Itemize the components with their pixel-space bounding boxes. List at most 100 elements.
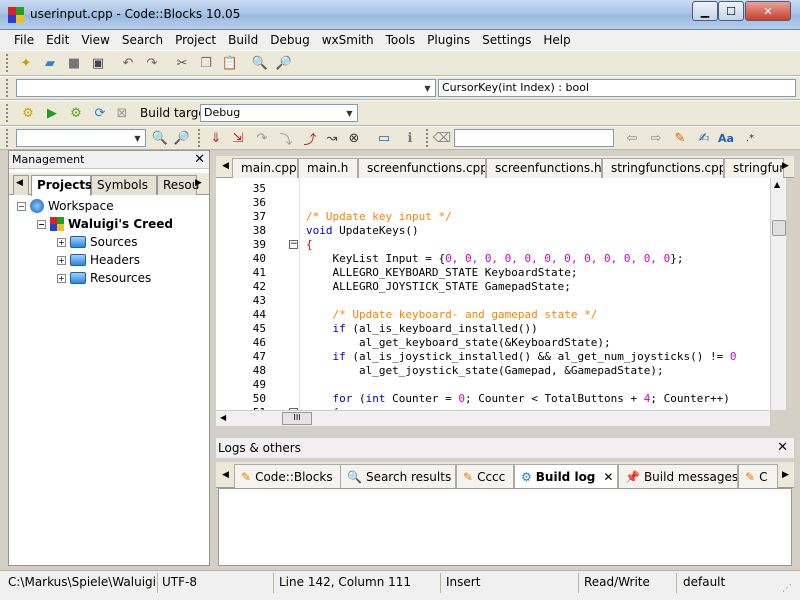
clear-icon[interactable]: ⌫ bbox=[432, 128, 452, 148]
menu-wxsmith[interactable]: wxSmith bbox=[316, 30, 380, 50]
tab-scroll-right-icon[interactable]: ▶ bbox=[782, 470, 789, 480]
rebuild-icon[interactable]: ⟳ bbox=[90, 103, 110, 123]
highlight-icon[interactable]: ✎ bbox=[670, 128, 690, 148]
tab-main-cpp[interactable]: main.cpp bbox=[232, 158, 298, 178]
scroll-up-icon[interactable]: ▲ bbox=[774, 180, 780, 189]
expand-icon[interactable]: + bbox=[57, 273, 66, 283]
info-icon[interactable]: ℹ bbox=[400, 128, 420, 148]
arrow-right-icon[interactable]: ⇨ bbox=[646, 128, 666, 148]
next-line-icon[interactable]: ↷ bbox=[252, 128, 272, 148]
code-editor[interactable]: 35 36 37 38 39 40 41 42 43 44 45 46 47 4… bbox=[216, 178, 786, 410]
find-icon[interactable]: 🔍 bbox=[250, 53, 270, 73]
tree-workspace[interactable]: − Workspace bbox=[17, 197, 114, 215]
editor-vertical-scrollbar[interactable]: ▲ bbox=[770, 178, 786, 410]
build-target-select[interactable]: Debug ▼ bbox=[200, 104, 358, 122]
menu-edit[interactable]: Edit bbox=[40, 30, 75, 50]
menu-help[interactable]: Help bbox=[537, 30, 576, 50]
menu-search[interactable]: Search bbox=[116, 30, 169, 50]
tab-symbols[interactable]: Symbols bbox=[91, 175, 157, 195]
tab-stringfunctions-h[interactable]: stringfun bbox=[724, 158, 784, 178]
close-icon[interactable]: ✕ bbox=[777, 440, 788, 455]
run-icon[interactable]: ▶ bbox=[42, 103, 62, 123]
tab-build-log[interactable]: ⚙ Build log ✕ bbox=[514, 464, 618, 488]
minimize-button[interactable]: ▁ bbox=[692, 1, 718, 21]
paste-icon[interactable]: 📋 bbox=[220, 53, 240, 73]
search-combo[interactable]: ▼ bbox=[16, 129, 146, 147]
close-tab-icon[interactable]: ✕ bbox=[603, 470, 613, 484]
scrollbar-thumb[interactable] bbox=[772, 220, 786, 236]
scrollbar-thumb[interactable]: III bbox=[282, 412, 312, 425]
resize-grip-icon[interactable]: ⋰ bbox=[782, 583, 792, 594]
function-combo[interactable]: CursorKey(int Index) : bool bbox=[438, 79, 796, 97]
tab-main-h[interactable]: main.h bbox=[298, 158, 358, 178]
menu-file[interactable]: File bbox=[8, 30, 40, 50]
collapse-icon[interactable]: − bbox=[37, 219, 46, 229]
quick-search-input[interactable] bbox=[454, 129, 614, 147]
menu-build[interactable]: Build bbox=[222, 30, 264, 50]
stop-debug-icon[interactable]: ⊗ bbox=[344, 128, 364, 148]
scope-combo[interactable]: ▼ bbox=[16, 79, 436, 97]
maximize-button[interactable]: ☐ bbox=[718, 1, 744, 21]
cut-icon[interactable]: ✂ bbox=[172, 53, 192, 73]
menu-settings[interactable]: Settings bbox=[476, 30, 537, 50]
tree-folder-resources[interactable]: + Resources bbox=[57, 269, 151, 287]
new-file-icon[interactable]: ✦ bbox=[16, 53, 36, 73]
tab-search-results[interactable]: 🔍 Search results bbox=[340, 464, 456, 488]
close-icon[interactable]: ✕ bbox=[194, 152, 205, 167]
scroll-left-icon[interactable]: ◀ bbox=[220, 413, 226, 422]
tree-folder-headers[interactable]: + Headers bbox=[57, 251, 140, 269]
format-icon[interactable]: ✍ bbox=[694, 128, 714, 148]
collapse-icon[interactable]: − bbox=[17, 201, 26, 211]
regex-icon[interactable]: .* bbox=[740, 128, 760, 148]
case-icon[interactable]: Aa bbox=[716, 128, 736, 148]
fold-collapse-icon[interactable]: − bbox=[289, 240, 298, 249]
build-log-output[interactable] bbox=[218, 488, 792, 566]
tab-cccc[interactable]: ✎ Cccc bbox=[456, 464, 514, 488]
undo-icon[interactable]: ↶ bbox=[118, 53, 138, 73]
tab-scroll-left-icon[interactable]: ◀ bbox=[222, 161, 229, 171]
build-and-run-icon[interactable]: ⚙ bbox=[66, 103, 86, 123]
abort-icon[interactable]: ⊠ bbox=[112, 103, 132, 123]
toolbar-grip[interactable] bbox=[426, 129, 430, 147]
toolbar-grip[interactable] bbox=[6, 129, 10, 147]
run-to-cursor-icon[interactable]: ⇲ bbox=[228, 128, 248, 148]
open-file-icon[interactable]: ▰ bbox=[40, 53, 60, 73]
next-instruction-icon[interactable]: ↝ bbox=[322, 128, 342, 148]
tab-scroll-left-icon[interactable]: ◀ bbox=[222, 470, 229, 480]
tab-scroll-right-icon[interactable]: ▶ bbox=[195, 178, 202, 188]
toolbar-grip[interactable] bbox=[6, 104, 10, 122]
menu-project[interactable]: Project bbox=[169, 30, 222, 50]
step-out-icon[interactable]: ⤴ bbox=[300, 128, 320, 148]
save-all-icon[interactable]: ▣ bbox=[88, 53, 108, 73]
tab-screenfunctions-h[interactable]: screenfunctions.h bbox=[486, 158, 602, 178]
tab-screenfunctions-cpp[interactable]: screenfunctions.cpp bbox=[358, 158, 486, 178]
toolbar-grip[interactable] bbox=[6, 79, 10, 97]
editor-horizontal-scrollbar[interactable]: ◀ III bbox=[216, 410, 770, 426]
tree-project[interactable]: − Waluigi's Creed bbox=[37, 215, 173, 233]
menu-tools[interactable]: Tools bbox=[380, 30, 422, 50]
build-gear-icon[interactable]: ⚙ bbox=[18, 103, 38, 123]
debug-run-icon[interactable]: ⇓ bbox=[206, 128, 226, 148]
tab-more[interactable]: ✎ C bbox=[738, 464, 778, 488]
tab-projects[interactable]: Projects bbox=[31, 175, 92, 196]
tab-build-messages[interactable]: 📌 Build messages bbox=[618, 464, 738, 488]
expand-icon[interactable]: + bbox=[57, 237, 66, 247]
menu-view[interactable]: View bbox=[75, 30, 115, 50]
search-options-icon[interactable]: 🔎 bbox=[172, 128, 192, 148]
toolbar-grip[interactable] bbox=[198, 129, 202, 147]
tab-scroll-left-icon[interactable]: ◀ bbox=[13, 175, 29, 195]
copy-icon[interactable]: ❐ bbox=[196, 53, 216, 73]
menu-plugins[interactable]: Plugins bbox=[421, 30, 476, 50]
tab-stringfunctions-cpp[interactable]: stringfunctions.cpp bbox=[602, 158, 724, 178]
tree-folder-sources[interactable]: + Sources bbox=[57, 233, 137, 251]
toolbar-grip[interactable] bbox=[6, 54, 10, 72]
search-go-icon[interactable]: 🔍 bbox=[150, 128, 170, 148]
tab-codeblocks-log[interactable]: ✎ Code::Blocks bbox=[234, 464, 354, 488]
debug-windows-icon[interactable]: ▭ bbox=[374, 128, 394, 148]
step-into-icon[interactable]: ⤵ bbox=[276, 128, 296, 148]
save-icon[interactable]: ■ bbox=[64, 53, 84, 73]
menu-debug[interactable]: Debug bbox=[264, 30, 315, 50]
close-button[interactable]: ✕ bbox=[745, 1, 791, 21]
tab-scroll-right-icon[interactable]: ▶ bbox=[782, 161, 789, 171]
arrow-left-icon[interactable]: ⇦ bbox=[622, 128, 642, 148]
